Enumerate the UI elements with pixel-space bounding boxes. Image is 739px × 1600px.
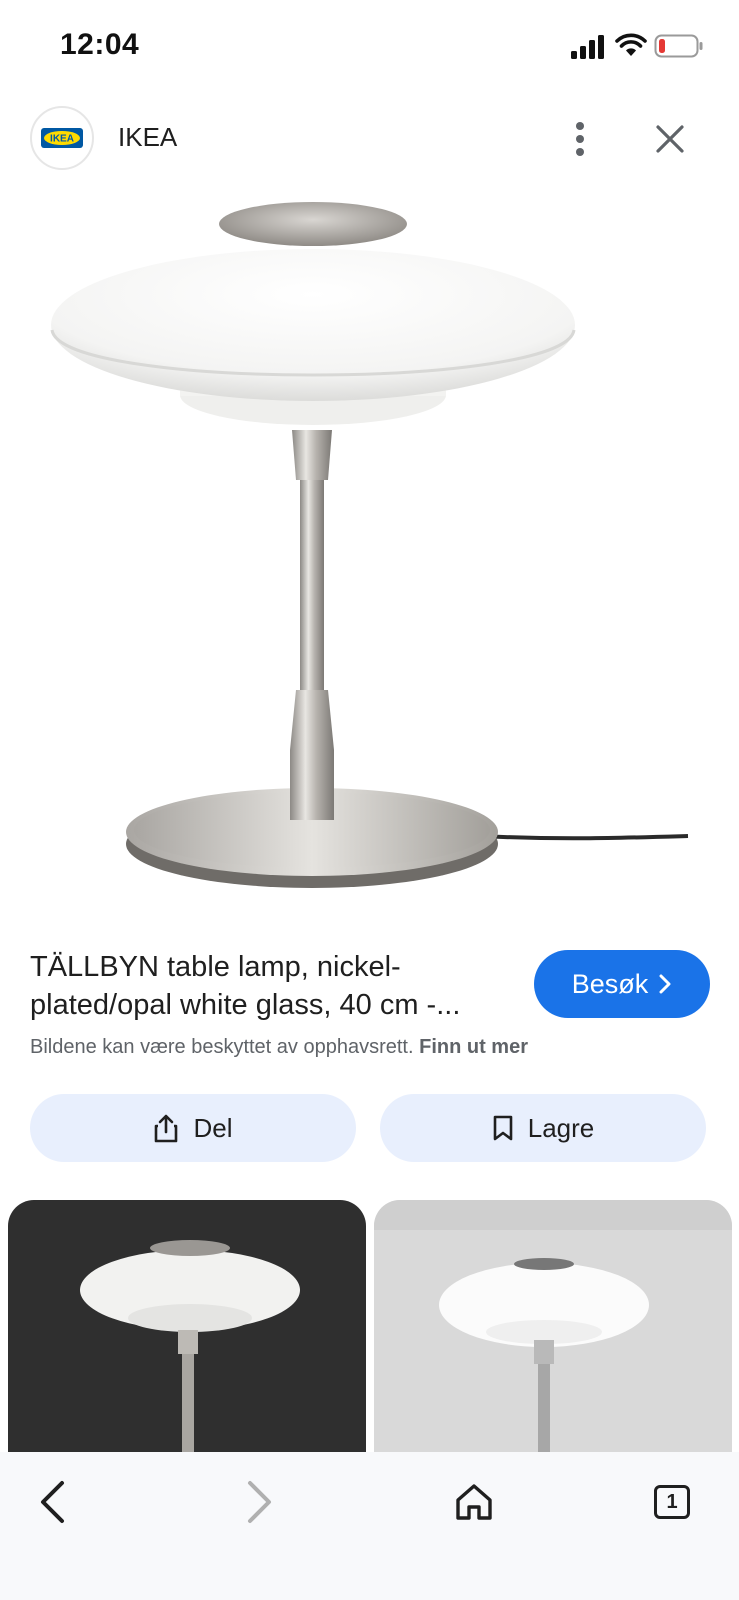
- status-time: 12:04: [60, 28, 140, 61]
- visit-button-label: Besøk: [571, 968, 649, 999]
- share-icon: [155, 1114, 178, 1143]
- status-bar: 12:04: [0, 0, 739, 90]
- bottom-navigation: 1: [0, 1452, 739, 1600]
- back-button[interactable]: [22, 1472, 82, 1532]
- product-title-line2: plated/opal white glass, 40 cm -...: [30, 989, 461, 1021]
- related-image[interactable]: [374, 1200, 732, 1455]
- more-options-button[interactable]: [560, 114, 600, 164]
- product-image[interactable]: [0, 190, 739, 920]
- forward-button[interactable]: [230, 1472, 290, 1532]
- related-lamp-grey-illustration: [374, 1200, 732, 1455]
- save-button[interactable]: Lagre: [380, 1094, 706, 1162]
- home-icon: [456, 1484, 492, 1520]
- copyright-text: Bildene kan være beskyttet av opphavsret…: [30, 1036, 414, 1058]
- svg-text:IKEA: IKEA: [50, 134, 74, 145]
- battery-icon: [654, 34, 703, 58]
- arrow-back-icon: [41, 1481, 64, 1523]
- cellular-signal-icon: [571, 35, 604, 59]
- site-logo[interactable]: IKEA: [30, 106, 94, 170]
- share-button[interactable]: Del: [30, 1094, 356, 1162]
- home-button[interactable]: [444, 1472, 504, 1532]
- lamp-illustration: [50, 202, 689, 888]
- chevron-right-icon: [659, 974, 671, 994]
- save-button-label: Lagre: [527, 1112, 595, 1143]
- ikea-logo-icon: IKEA: [41, 128, 83, 148]
- close-button[interactable]: [648, 114, 692, 164]
- product-title-line1: TÄLLBYN table lamp, nickel-: [30, 951, 401, 983]
- related-lamp-dark-illustration: [80, 1240, 300, 1455]
- related-image[interactable]: [8, 1200, 366, 1455]
- tab-count: 1: [654, 1485, 690, 1519]
- visit-button[interactable]: Besøk: [534, 950, 710, 1018]
- more-vert-icon: [576, 122, 584, 156]
- product-title[interactable]: TÄLLBYN table lamp, nickel- plated/opal …: [30, 948, 520, 1024]
- copyright-notice: Bildene kan være beskyttet av opphavsret…: [30, 1036, 528, 1059]
- share-button-label: Del: [193, 1112, 233, 1143]
- learn-more-link[interactable]: Finn ut mer: [419, 1036, 528, 1058]
- bookmark-icon: [493, 1115, 513, 1141]
- site-name[interactable]: IKEA: [118, 122, 177, 153]
- header: IKEA IKEA: [0, 100, 739, 176]
- tabs-button[interactable]: 1: [642, 1472, 702, 1532]
- arrow-forward-icon: [248, 1481, 271, 1523]
- wifi-icon: [615, 33, 647, 56]
- close-icon: [656, 125, 684, 153]
